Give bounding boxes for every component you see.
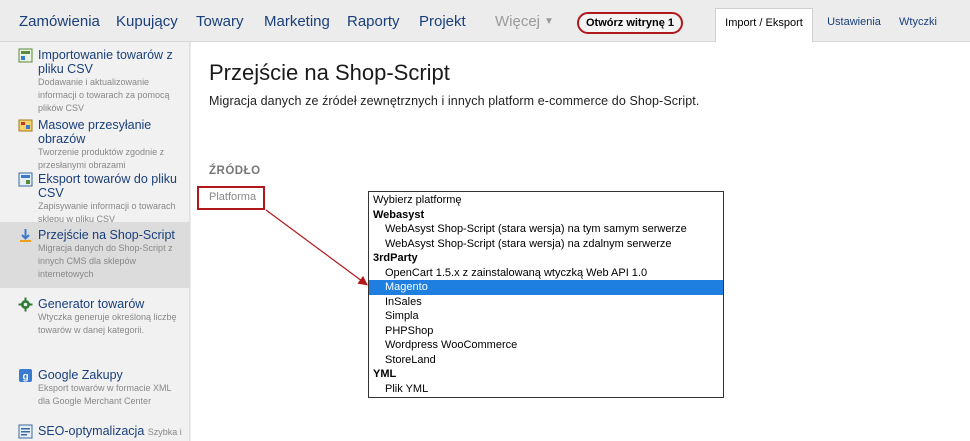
sidebar-item-title: Masowe przesyłanie obrazów (38, 118, 152, 146)
tab-plugins[interactable]: Wtyczki (895, 8, 941, 42)
platform-option[interactable]: WebAsyst Shop-Script (stara wersja) na z… (369, 237, 723, 252)
migrate-icon (20, 229, 31, 242)
svg-text:g: g (22, 372, 28, 383)
nav-design[interactable]: Projekt (419, 13, 466, 30)
page-title: Przejście na Shop-Script (209, 60, 450, 85)
platform-option[interactable]: PHPShop (369, 324, 723, 339)
platform-option[interactable]: Plik YML (369, 382, 723, 397)
sidebar-item-google-shopping[interactable]: g Google Zakupy Eksport towarów w formac… (0, 368, 190, 408)
platform-select-list[interactable]: Wybierz platformę Webasyst WebAsyst Shop-S… (368, 191, 724, 398)
platform-group-label: YML (373, 368, 397, 380)
nav-more-label: Więcej (495, 13, 541, 30)
nav-reports[interactable]: Raporty (347, 13, 400, 30)
platform-option[interactable]: Simpla (369, 309, 723, 324)
platform-group-label: Webasyst (373, 208, 425, 221)
nav-orders[interactable]: Zamówienia (19, 13, 100, 30)
chevron-down-icon: ▼ (544, 16, 554, 27)
sidebar-item-desc: Tworzenie produktów zgodnie z przesłanym… (38, 147, 165, 170)
platform-option[interactable]: Wordpress WooCommerce (369, 338, 723, 353)
platform-option[interactable]: StoreLand (369, 353, 723, 368)
sidebar-item-csv-import[interactable]: Importowanie towarów z pliku CSV Dodawan… (0, 48, 190, 115)
sidebar-item-title: Importowanie towarów z pliku CSV (38, 48, 173, 76)
sidebar-item-migrate[interactable]: Przejście na Shop-Script Migracja danych… (0, 222, 190, 288)
seo-icon (18, 424, 33, 439)
sidebar-item-title: Google Zakupy (38, 368, 123, 382)
section-source-label: ŹRÓDŁO (209, 165, 261, 177)
sidebar-item-product-generator[interactable]: Generator towarów Wtyczka generuje okreś… (0, 297, 190, 337)
sidebar-item-desc: Migracja danych do Shop-Script z innych … (38, 243, 173, 279)
sidebar-item-title: SEO-optymalizacja Szybka i (38, 424, 182, 438)
platform-option[interactable]: Magento (369, 280, 723, 295)
top-navigation: Zamówienia Kupujący Towary Marketing Rap… (0, 0, 970, 43)
platform-option[interactable]: OpenCart 1.5.x z zainstalowaną wtyczką W… (369, 266, 723, 281)
sidebar-item-desc: Eksport towarów w formacie XML dla Googl… (38, 383, 172, 406)
nav-more[interactable]: Więcej ▼ (495, 13, 554, 30)
sidebar-item-desc: Wtyczka generuje określoną liczbę towaró… (38, 312, 177, 335)
sidebar-item-desc: Dodawanie i aktualizowanie informacji o … (38, 77, 170, 113)
platform-option[interactable]: InSales (369, 295, 723, 310)
platform-field-label: Platforma (197, 186, 265, 210)
tab-import-export[interactable]: Import / Eksport (715, 8, 813, 43)
sidebar-item-title: Generator towarów (38, 297, 145, 311)
sidebar: Importowanie towarów z pliku CSV Dodawan… (0, 42, 190, 441)
open-storefront-button[interactable]: Otwórz witrynę 1 (577, 12, 683, 34)
gear-icon (18, 297, 33, 312)
nav-customers[interactable]: Kupujący (116, 13, 178, 30)
nav-products[interactable]: Towary (196, 13, 244, 30)
platform-group-label: 3rdParty (373, 252, 418, 264)
images-icon (18, 119, 33, 132)
sidebar-item-bulk-images[interactable]: Masowe przesyłanie obrazów Tworzenie pro… (0, 118, 190, 172)
sidebar-item-title: Eksport towarów do pliku CSV (38, 172, 177, 200)
google-icon: g (19, 369, 32, 383)
nav-marketing[interactable]: Marketing (264, 13, 330, 30)
sidebar-item-csv-export[interactable]: Eksport towarów do pliku CSV Zapisywanie… (0, 172, 190, 226)
platform-option[interactable]: WebAsyst Shop-Script (stara wersja) na t… (369, 222, 723, 237)
tab-settings[interactable]: Ustawienia (821, 8, 887, 42)
sidebar-item-title: Przejście na Shop-Script (38, 228, 175, 242)
csv-import-icon (18, 48, 33, 63)
main-content: Przejście na Shop-Script Migracja danych… (191, 42, 970, 441)
platform-option[interactable]: Wybierz platformę (369, 193, 723, 208)
page-subtitle: Migracja danych ze źródeł zewnętrznych i… (209, 94, 700, 108)
sidebar-item-seo[interactable]: SEO-optymalizacja Szybka i (0, 424, 190, 439)
csv-export-icon (18, 172, 33, 187)
